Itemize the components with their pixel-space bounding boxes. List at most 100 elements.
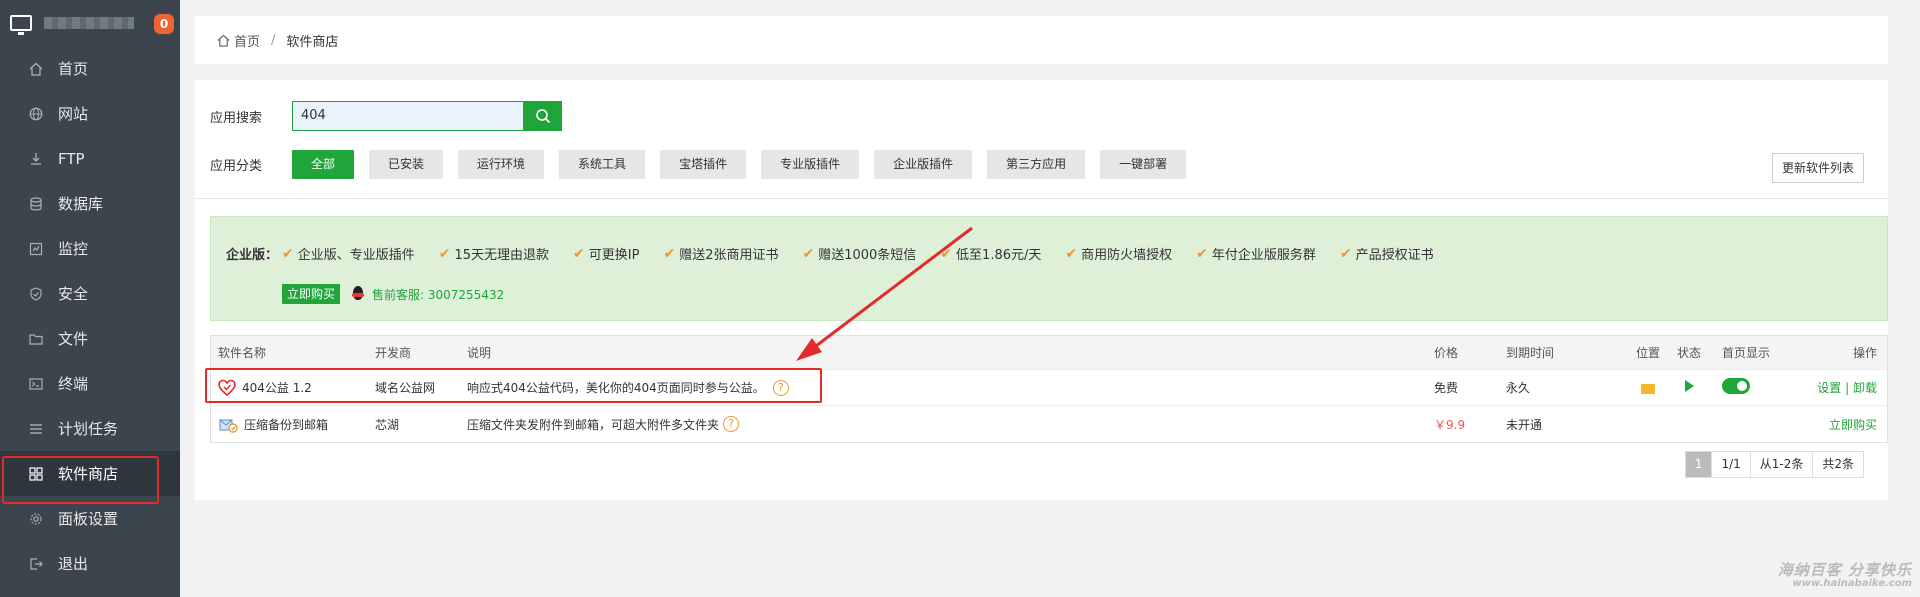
category-runtime[interactable]: 运行环境 bbox=[458, 150, 545, 179]
breadcrumb-home-label: 首页 bbox=[234, 34, 261, 50]
search-label: 应用搜索 bbox=[210, 110, 263, 126]
promo-feature: ✔ 15天无理由退款 bbox=[438, 244, 550, 264]
promo-feature: ✔ 商用防火墙授权 bbox=[1065, 244, 1173, 264]
monitor-chart-icon bbox=[28, 241, 44, 257]
promo-actions: 立即购买 售前客服: 3007255432 bbox=[282, 284, 504, 304]
category-all[interactable]: 全部 bbox=[292, 150, 355, 179]
update-software-list-button[interactable]: 更新软件列表 bbox=[1771, 153, 1864, 183]
check-icon: ✔ bbox=[282, 245, 294, 262]
col-header-name: 软件名称 bbox=[218, 346, 267, 360]
promo-feature: ✔ 赠送1000条短信 bbox=[802, 244, 916, 264]
presales-service-link[interactable]: 售前客服: 3007255432 bbox=[372, 286, 504, 303]
search-input[interactable]: 404 bbox=[292, 101, 524, 131]
sidebar-item-cron[interactable]: 计划任务 bbox=[0, 406, 180, 451]
cell-name: 404公益 1.2 bbox=[211, 379, 375, 397]
sidebar-item-label: 退出 bbox=[58, 555, 89, 573]
software-name: 压缩备份到邮箱 bbox=[244, 417, 329, 432]
software-name: 404公益 1.2 bbox=[242, 381, 312, 395]
sidebar-item-security[interactable]: 安全 bbox=[0, 271, 180, 316]
check-icon: ✔ bbox=[663, 245, 676, 262]
server-name-blurred bbox=[44, 17, 134, 29]
table-row[interactable]: 压缩备份到邮箱 芯湖 压缩文件夹发附件到邮箱，可超大附件多文件夹 ? ￥9.9 … bbox=[211, 406, 1887, 442]
sidebar-item-label: 终端 bbox=[58, 375, 89, 393]
col-header-desc: 说明 bbox=[467, 346, 492, 360]
category-third-party[interactable]: 第三方应用 bbox=[987, 150, 1086, 179]
buy-now-link[interactable]: 立即购买 bbox=[1829, 418, 1877, 432]
sidebar-item-ftp[interactable]: FTP bbox=[0, 136, 180, 181]
check-icon: ✔ bbox=[802, 245, 815, 262]
sidebar-item-monitor[interactable]: 监控 bbox=[0, 226, 180, 271]
sidebar-item-files[interactable]: 文件 bbox=[0, 316, 180, 361]
table-row[interactable]: 404公益 1.2 域名公益网 响应式404公益代码，美化你的404页面同时参与… bbox=[211, 370, 1887, 406]
category-enterprise-plugins[interactable]: 企业版插件 bbox=[874, 150, 973, 179]
sidebar-item-software-store[interactable]: 软件商店 bbox=[0, 451, 180, 496]
sidebar-item-panel-settings[interactable]: 面板设置 bbox=[0, 496, 180, 541]
promo-feature-text: 可更换IP bbox=[588, 248, 640, 263]
settings-link[interactable]: 设置 bbox=[1817, 381, 1841, 395]
category-system-tools[interactable]: 系统工具 bbox=[559, 150, 646, 179]
software-desc: 压缩文件夹发附件到邮箱，可超大附件多文件夹 bbox=[467, 417, 720, 432]
home-icon bbox=[217, 34, 230, 47]
promo-feature-text: 赠送2张商用证书 bbox=[679, 248, 779, 263]
promo-feature-text: 商用防火墙授权 bbox=[1081, 248, 1173, 263]
col-header-actions: 操作 bbox=[1852, 346, 1877, 360]
category-pro-plugins[interactable]: 专业版插件 bbox=[761, 150, 860, 179]
globe-icon bbox=[28, 106, 44, 122]
cell-vendor: 域名公益网 bbox=[375, 381, 436, 395]
page-count: 1/1 bbox=[1712, 452, 1751, 477]
check-icon: ✔ bbox=[438, 245, 451, 262]
software-store-panel: 应用搜索 404 应用分类 全部 已安装 运行环境 系统工具 宝塔插件 专业版插… bbox=[195, 80, 1888, 500]
col-header-homepage: 首页显示 bbox=[1722, 346, 1771, 360]
notification-badge[interactable]: 0 bbox=[154, 14, 174, 34]
sidebar-item-label: 文件 bbox=[58, 330, 89, 348]
cell-expire: 未开通 bbox=[1506, 417, 1543, 432]
cell-name: 压缩备份到邮箱 bbox=[211, 415, 375, 433]
sidebar-item-label: FTP bbox=[58, 149, 85, 168]
breadcrumb-current: 软件商店 bbox=[286, 34, 339, 50]
sidebar-item-label: 首页 bbox=[58, 60, 89, 78]
cell-desc: 响应式404公益代码，美化你的404页面同时参与公益。 ? bbox=[467, 379, 1434, 396]
enterprise-promo-banner: 企业版： ✔ 企业版、专业版插件 ✔ 15天无理由退款 ✔ 可更换IP ✔ 赠送2张商用… bbox=[210, 216, 1888, 321]
promo-feature: ✔ 企业版、专业版插件 bbox=[282, 244, 415, 264]
category-bt-plugins[interactable]: 宝塔插件 bbox=[660, 150, 747, 179]
play-icon[interactable] bbox=[1684, 380, 1694, 392]
home-icon bbox=[28, 61, 44, 77]
folder-icon[interactable] bbox=[1641, 383, 1655, 394]
check-icon: ✔ bbox=[1196, 245, 1208, 262]
watermark-line1: 海纳百客 分享快乐 bbox=[1777, 560, 1912, 579]
promo-feature: ✔ 产品授权证书 bbox=[1339, 244, 1434, 264]
sidebar: 0 首页 网站 FTP 数据库 监控 安全 文件 终端 计划任务 软件商店 面板… bbox=[0, 0, 180, 597]
promo-feature: ✔ 赠送2张商用证书 bbox=[663, 244, 779, 264]
promo-feature-text: 15天无理由退款 bbox=[454, 248, 550, 263]
sidebar-item-label: 监控 bbox=[58, 240, 89, 258]
sidebar-item-home[interactable]: 首页 bbox=[0, 46, 180, 91]
sidebar-item-website[interactable]: 网站 bbox=[0, 91, 180, 136]
breadcrumb: 首页 / 软件商店 bbox=[195, 16, 1888, 64]
heart-icon bbox=[218, 379, 236, 396]
help-icon[interactable]: ? bbox=[723, 416, 740, 432]
uninstall-link[interactable]: 卸载 bbox=[1853, 381, 1877, 395]
database-icon bbox=[28, 196, 44, 212]
category-installed[interactable]: 已安装 bbox=[369, 150, 444, 179]
sidebar-item-logout[interactable]: 退出 bbox=[0, 541, 180, 586]
shield-icon bbox=[28, 286, 44, 302]
buy-now-button[interactable]: 立即购买 bbox=[282, 284, 341, 304]
col-header-vendor: 开发商 bbox=[375, 346, 412, 360]
cell-status bbox=[1674, 380, 1704, 395]
check-icon: ✔ bbox=[1339, 245, 1352, 262]
category-one-click-deploy[interactable]: 一键部署 bbox=[1100, 150, 1187, 179]
divider bbox=[195, 198, 1888, 199]
homepage-toggle[interactable] bbox=[1722, 378, 1750, 394]
search-button[interactable] bbox=[524, 101, 562, 131]
sidebar-item-label: 计划任务 bbox=[58, 420, 119, 438]
ftp-icon bbox=[28, 151, 44, 167]
help-icon[interactable]: ? bbox=[772, 379, 789, 396]
folder-icon bbox=[28, 331, 44, 347]
breadcrumb-home[interactable]: 首页 bbox=[217, 31, 260, 50]
page-current[interactable]: 1 bbox=[1685, 452, 1713, 477]
promo-feature-text: 企业版、专业版插件 bbox=[297, 248, 415, 263]
sidebar-item-database[interactable]: 数据库 bbox=[0, 181, 180, 226]
pagination: 1 1/1 从1-2条 共2条 bbox=[1684, 451, 1864, 478]
sidebar-item-label: 软件商店 bbox=[58, 465, 119, 483]
sidebar-item-terminal[interactable]: 终端 bbox=[0, 361, 180, 406]
